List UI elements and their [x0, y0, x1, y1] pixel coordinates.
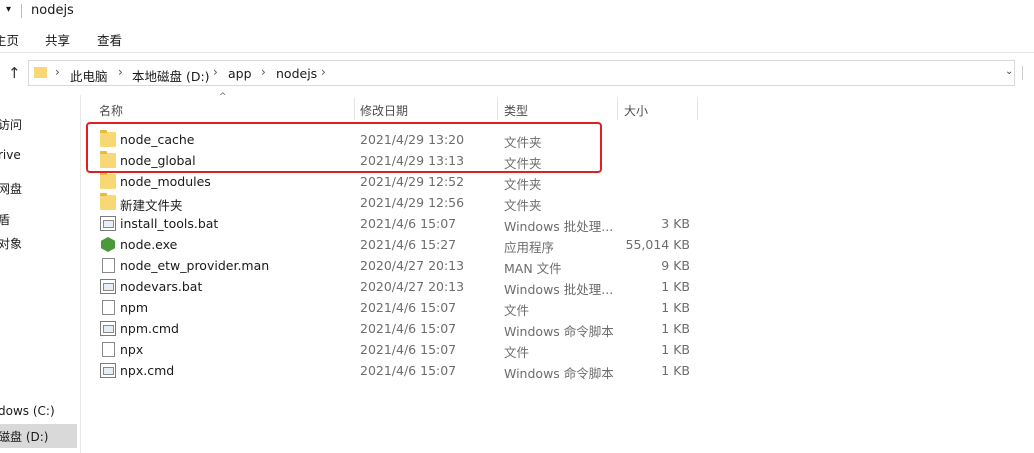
column-divider[interactable] — [354, 98, 355, 120]
file-name: install_tools.bat — [120, 216, 219, 231]
file-type: 文件 — [504, 345, 530, 360]
file-name: node_modules — [120, 174, 211, 189]
title-bar: ▾ nodejs — [0, 0, 1034, 24]
breadcrumb-app[interactable]: app — [228, 66, 252, 81]
file-row[interactable]: node_etw_provider.man 2020/4/27 20:13 MAN … — [96, 255, 696, 276]
window-title: nodejs — [31, 3, 74, 18]
file-modified-date: 2021/4/6 15:07 — [360, 300, 457, 315]
title-divider — [21, 4, 22, 18]
breadcrumb-separator-icon[interactable]: › — [213, 65, 218, 79]
file-name: npm — [120, 300, 149, 315]
file-modified-date: 2020/4/27 20:13 — [360, 279, 465, 294]
column-divider[interactable] — [697, 98, 698, 120]
file-row[interactable]: 新建文件夹 2021/4/29 12:56 文件夹 — [96, 192, 696, 213]
file-icon — [102, 258, 115, 273]
tab-view[interactable]: 查看 — [97, 30, 122, 49]
nav-item-drive-d[interactable]: 磁盘 (D:) — [0, 428, 48, 445]
batch-file-icon — [100, 363, 116, 378]
nav-item-drive-c[interactable]: dows (C:) — [0, 404, 55, 418]
file-modified-date: 2021/4/6 15:27 — [360, 237, 457, 252]
nav-item-3d-objects[interactable]: 对象 — [0, 235, 22, 252]
refresh-button[interactable] — [1022, 66, 1034, 80]
address-history-dropdown-icon[interactable]: ⌄ — [1005, 66, 1013, 77]
node-exe-icon — [101, 237, 115, 252]
column-divider[interactable] — [497, 98, 498, 120]
file-name: npx — [120, 342, 144, 357]
file-type: MAN 文件 — [504, 261, 562, 276]
file-name: 新建文件夹 — [120, 198, 183, 213]
file-size: 1 KB — [661, 300, 690, 315]
file-modified-date: 2021/4/6 15:07 — [360, 216, 457, 231]
file-name: npm.cmd — [120, 321, 179, 336]
file-type: 文件 — [504, 303, 530, 318]
file-type: Windows 批处理... — [504, 282, 614, 297]
nav-item-netdisk[interactable]: 网盘 — [0, 180, 22, 197]
file-name: npx.cmd — [120, 363, 175, 378]
breadcrumb-nodejs[interactable]: nodejs — [276, 66, 317, 81]
file-row[interactable]: npx.cmd 2021/4/6 15:07 Windows 命令脚本 1 KB — [96, 360, 696, 381]
address-bar[interactable]: › 此电脑 › 本地磁盘 (D:) › app › nodejs › ⌄ — [28, 60, 1015, 86]
file-name: node.exe — [120, 237, 178, 252]
file-type: Windows 命令脚本 — [504, 366, 614, 381]
file-row[interactable]: install_tools.bat 2021/4/6 15:07 Windows 批… — [96, 213, 696, 234]
nav-item-onedrive[interactable]: rive — [0, 148, 21, 162]
file-modified-date: 2021/4/29 12:56 — [360, 195, 465, 210]
breadcrumb-this-pc[interactable]: 此电脑 — [70, 66, 108, 85]
file-type: Windows 批处理... — [504, 219, 614, 234]
nav-item-quick-access[interactable]: 访问 — [0, 116, 22, 133]
nav-item-shield[interactable]: 盾 — [0, 211, 10, 228]
breadcrumb-separator-icon[interactable]: › — [321, 65, 326, 79]
column-divider[interactable] — [617, 98, 618, 120]
file-size: 1 KB — [661, 321, 690, 336]
ribbon-tabs: 主页 共享 查看 — [0, 24, 1034, 53]
tab-share[interactable]: 共享 — [45, 30, 70, 49]
file-name: nodevars.bat — [120, 279, 203, 294]
highlight-annotation-box — [86, 122, 602, 173]
file-row[interactable]: npm 2021/4/6 15:07 文件 1 KB — [96, 297, 696, 318]
file-size: 3 KB — [661, 216, 690, 231]
file-row[interactable]: npx 2021/4/6 15:07 文件 1 KB — [96, 339, 696, 360]
tab-home[interactable]: 主页 — [0, 30, 19, 49]
sort-ascending-icon: ^ — [219, 92, 227, 102]
file-row[interactable]: node_modules 2021/4/29 12:52 文件夹 — [96, 171, 696, 192]
file-size: 1 KB — [661, 363, 690, 378]
column-header-size[interactable]: 大小 — [624, 102, 648, 126]
breadcrumb-separator-icon[interactable]: › — [261, 65, 266, 79]
file-modified-date: 2020/4/27 20:13 — [360, 258, 465, 273]
file-row[interactable]: npm.cmd 2021/4/6 15:07 Windows 命令脚本 1 KB — [96, 318, 696, 339]
file-modified-date: 2021/4/6 15:07 — [360, 321, 457, 336]
file-icon — [102, 300, 115, 315]
file-row[interactable]: node.exe 2021/4/6 15:27 应用程序 55,014 KB — [96, 234, 696, 255]
file-size: 9 KB — [661, 258, 690, 273]
file-modified-date: 2021/4/6 15:07 — [360, 363, 457, 378]
folder-icon — [100, 172, 116, 189]
file-row[interactable]: nodevars.bat 2020/4/27 20:13 Windows 批处理..… — [96, 276, 696, 297]
breadcrumb-drive-d[interactable]: 本地磁盘 (D:) — [132, 66, 210, 85]
file-size: 55,014 KB — [625, 237, 690, 252]
folder-icon — [100, 193, 116, 210]
file-size: 1 KB — [661, 342, 690, 357]
batch-file-icon — [100, 321, 116, 336]
file-modified-date: 2021/4/6 15:07 — [360, 342, 457, 357]
file-type: 文件夹 — [504, 177, 542, 192]
navigation-pane: 访问 rive 网盘 盾 对象 dows (C:) 磁盘 (D:) — [0, 95, 81, 453]
file-modified-date: 2021/4/29 12:52 — [360, 174, 465, 189]
batch-file-icon — [100, 216, 116, 231]
quick-access-dropdown-icon[interactable]: ▾ — [6, 4, 11, 15]
folder-icon — [34, 67, 47, 78]
up-arrow-icon[interactable]: ↑ — [8, 64, 21, 82]
file-type: 文件夹 — [504, 198, 542, 213]
file-size: 1 KB — [661, 279, 690, 294]
file-icon — [102, 342, 115, 357]
batch-file-icon — [100, 279, 116, 294]
breadcrumb-separator-icon[interactable]: › — [118, 65, 123, 79]
file-type: Windows 命令脚本 — [504, 324, 614, 339]
file-type: 应用程序 — [504, 240, 555, 255]
file-name: node_etw_provider.man — [120, 258, 270, 273]
breadcrumb-separator-icon[interactable]: › — [55, 65, 60, 79]
